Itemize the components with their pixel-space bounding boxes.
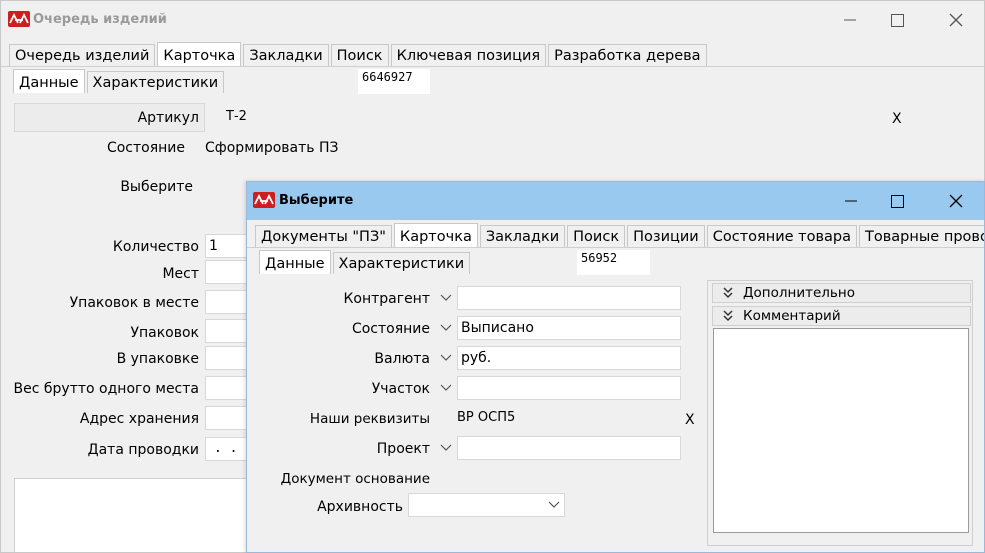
main-tab-0[interactable]: Очередь изделий (9, 44, 156, 66)
archive-dropdown-button[interactable] (544, 493, 564, 517)
dialog-close-button[interactable] (933, 182, 979, 220)
archive-select[interactable] (408, 493, 565, 517)
additional-section-label: Дополнительно (743, 285, 855, 301)
main-notes-area[interactable] (14, 478, 274, 552)
currency-input[interactable]: руб. (457, 346, 681, 370)
chevron-down-icon (440, 354, 452, 361)
maximize-button[interactable] (874, 1, 920, 39)
articul-value: Т-2 (226, 109, 247, 124)
main-tab-4[interactable]: Ключевая позиция (390, 44, 547, 66)
dialog-tab-6[interactable]: Товарные проводки (859, 225, 984, 247)
minimize-icon (845, 200, 857, 202)
main-tab-5[interactable]: Разработка дерева (548, 44, 707, 66)
close-icon (949, 194, 963, 208)
dialog-subtab-1[interactable]: Характеристики (332, 252, 471, 274)
section-label: Участок (371, 381, 430, 397)
articul-clear-button[interactable]: X (892, 111, 902, 127)
dialog-tab-bar: Документы "ПЗ" Карточка Закладки Поиск Позиц… (255, 223, 984, 247)
dialog-tab-3[interactable]: Поиск (567, 225, 626, 247)
double-chevron-down-icon (723, 287, 733, 299)
chevron-down-icon (440, 294, 452, 301)
dialog-tab-5[interactable]: Состояние товара (706, 225, 858, 247)
main-window-title: Очередь изделий (33, 12, 167, 27)
contractor-dropdown-button[interactable] (436, 286, 456, 310)
dialog-title: Выберите (279, 193, 354, 208)
chevron-down-icon (440, 444, 452, 451)
dialog-state-label: Состояние (351, 321, 430, 337)
places-label: Мест (162, 266, 199, 282)
dialog-record-id: 56952 (577, 250, 650, 275)
main-tab-2[interactable]: Закладки (243, 44, 329, 66)
comment-section-label: Комментарий (743, 308, 841, 324)
app-logo-icon (253, 192, 275, 208)
packs-label: Упаковок (130, 325, 199, 341)
requisites-value: ВР ОСП5 (457, 410, 516, 425)
dialog-maximize-button[interactable] (874, 182, 920, 220)
storage-address-label: Адрес хранения (79, 411, 199, 427)
state-dropdown-button[interactable] (436, 316, 456, 340)
posting-date-label: Дата проводки (87, 442, 199, 458)
main-tab-1[interactable]: Карточка (157, 42, 242, 66)
choose-dialog: Выберите Документы "ПЗ" Карточка Закладки П… (246, 181, 985, 553)
quantity-label: Количество (112, 239, 199, 255)
maximize-icon (890, 13, 904, 27)
project-input[interactable] (457, 436, 681, 460)
dialog-subtab-0[interactable]: Данные (259, 250, 331, 274)
section-input[interactable] (457, 376, 681, 400)
choose-label: Выберите (120, 179, 193, 195)
dialog-tab-0[interactable]: Документы "ПЗ" (255, 225, 392, 247)
minimize-icon (844, 19, 856, 21)
dialog-state-input[interactable]: Выписано (457, 316, 681, 340)
main-subtab-1[interactable]: Характеристики (86, 71, 225, 93)
dialog-titlebar[interactable]: Выберите (247, 182, 984, 220)
articul-label: Артикул (137, 110, 199, 126)
comment-section-header[interactable]: Комментарий (712, 306, 971, 326)
main-tab-3[interactable]: Поиск (330, 44, 389, 66)
base-document-label: Документ основание (280, 471, 430, 487)
double-chevron-down-icon (723, 310, 733, 322)
archive-label: Архивность (317, 499, 403, 515)
additional-section-header[interactable]: Дополнительно (712, 283, 971, 303)
dialog-tab-2[interactable]: Закладки (479, 225, 566, 247)
section-dropdown-button[interactable] (436, 376, 456, 400)
requisites-clear-button[interactable]: X (685, 412, 695, 428)
close-button[interactable] (933, 1, 979, 39)
main-tab-bar: Очередь изделий Карточка Закладки Поиск Ключ… (9, 42, 709, 66)
comment-textarea[interactable] (713, 328, 969, 533)
currency-dropdown-button[interactable] (436, 346, 456, 370)
contractor-label: Контрагент (343, 291, 430, 307)
chevron-down-icon (440, 384, 452, 391)
main-subtab-bar: Данные Характеристики (13, 69, 226, 93)
maximize-icon (890, 194, 904, 208)
main-subtab-0[interactable]: Данные (13, 69, 85, 93)
dialog-tab-4[interactable]: Позиции (627, 225, 705, 247)
app-logo-icon (8, 11, 30, 27)
chevron-down-icon (548, 501, 560, 508)
contractor-input[interactable] (457, 286, 681, 310)
main-titlebar[interactable]: Очередь изделий (1, 1, 984, 39)
close-icon (949, 13, 963, 27)
project-dropdown-button[interactable] (436, 436, 456, 460)
in-pack-label: В упаковке (116, 351, 199, 367)
currency-label: Валюта (374, 351, 430, 367)
requisites-label: Наши реквизиты (309, 411, 430, 427)
state-value: Сформировать ПЗ (205, 140, 339, 156)
record-id: 6646927 (358, 69, 430, 94)
state-label: Состояние (106, 140, 185, 156)
dialog-subtab-bar: Данные Характеристики (259, 250, 472, 274)
project-label: Проект (376, 441, 430, 457)
dialog-minimize-button[interactable] (828, 182, 874, 220)
chevron-down-icon (440, 324, 452, 331)
dialog-tab-1[interactable]: Карточка (393, 223, 478, 247)
packs-per-place-label: Упаковок в месте (69, 295, 199, 311)
gross-weight-label: Вес брутто одного места (13, 381, 199, 397)
minimize-button[interactable] (827, 1, 873, 39)
